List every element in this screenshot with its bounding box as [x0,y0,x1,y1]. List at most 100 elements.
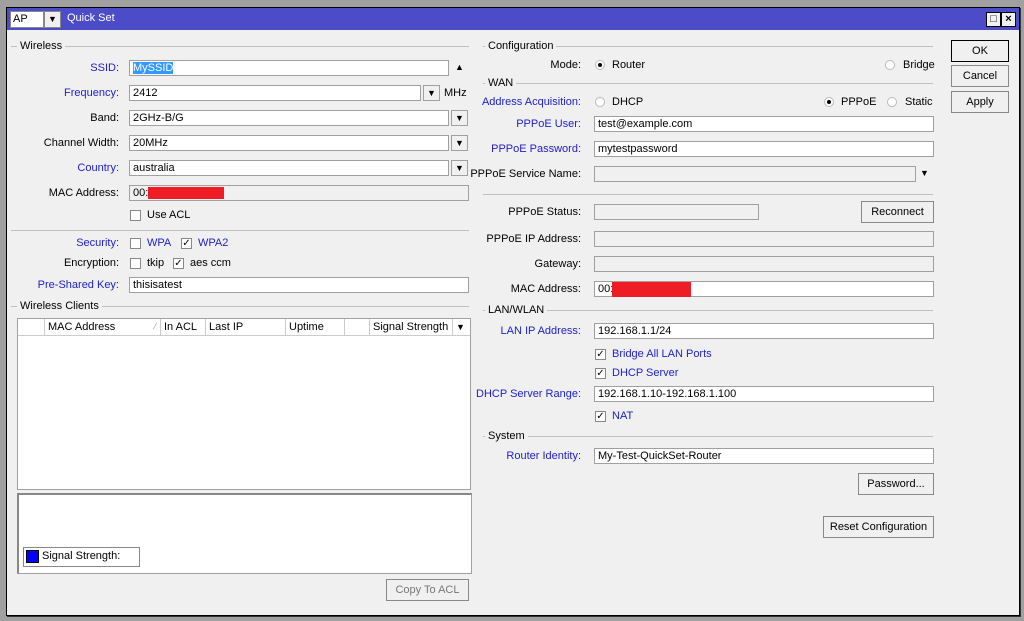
router-identity-input[interactable]: My-Test-QuickSet-Router [594,448,934,464]
country-select[interactable]: australia [129,160,449,176]
section-title: Configuration [485,40,557,52]
nat-label: NAT [612,410,634,422]
column-header[interactable] [345,319,370,335]
pppoe-password-label: PPPoE Password: [491,143,581,155]
collapse-icon[interactable]: ▲ [455,62,464,72]
reset-configuration-button[interactable]: Reset Configuration [823,516,934,538]
password-button[interactable]: Password... [858,473,934,495]
mode-select[interactable]: AP [10,11,44,28]
column-header-last-ip[interactable]: Last IP [206,319,286,335]
use-acl-label: Use ACL [147,209,191,221]
pppoe-label: PPPoE [841,96,877,108]
wan-section: WAN [483,77,933,89]
dhcp-server-checkbox[interactable]: ✓ [595,368,606,379]
redaction [148,187,224,199]
router-label: Router [612,59,646,71]
wpa2-label: WPA2 [198,237,229,249]
divider [11,230,469,231]
gateway-label: Gateway: [534,258,581,270]
pppoe-radio[interactable] [824,97,834,107]
dhcp-range-input[interactable]: 192.168.1.10-192.168.1.100 [594,386,934,402]
band-select[interactable]: 2GHz-B/G [129,110,449,126]
mac-address-label: MAC Address: [48,187,119,199]
use-acl-checkbox[interactable] [130,210,141,221]
reconnect-button[interactable]: Reconnect [861,201,934,223]
static-label: Static [905,96,933,108]
bridge-all-lan-label: Bridge All LAN Ports [612,348,712,360]
pppoe-user-input[interactable]: test@example.com [594,116,934,132]
ssid-label: SSID: [90,62,119,74]
router-identity-label: Router Identity: [506,450,581,462]
channel-width-dropdown-icon[interactable]: ▼ [451,135,468,151]
pppoe-ip-field [594,231,934,247]
column-header-signal[interactable]: Signal Strength [370,319,453,335]
clients-table[interactable]: MAC Address ⁄ In ACL Last IP Uptime Signa… [17,318,471,490]
aes-ccm-label: aes ccm [190,257,231,269]
security-label: Security: [76,237,119,249]
columns-menu-icon[interactable]: ▼ [453,319,470,335]
column-header-in-acl[interactable]: In ACL [161,319,206,335]
lan-ip-input[interactable]: 192.168.1.1/24 [594,323,934,339]
aes-ccm-checkbox[interactable]: ✓ [173,258,184,269]
router-radio[interactable] [595,60,605,70]
wpa-label: WPA [147,237,172,249]
signal-graph: Signal Strength: [17,493,472,574]
column-header-mac[interactable]: MAC Address ⁄ [45,319,161,335]
cancel-button[interactable]: Cancel [951,65,1009,87]
psk-label: Pre-Shared Key: [37,279,119,291]
static-radio[interactable] [887,97,897,107]
encryption-label: Encryption: [63,257,119,269]
lan-section: LAN/WLAN [483,304,933,316]
column-header[interactable] [18,319,45,335]
channel-width-select[interactable]: 20MHz [129,135,449,151]
pppoe-ip-label: PPPoE IP Address: [486,233,581,245]
bridge-all-lan-checkbox[interactable]: ✓ [595,349,606,360]
pppoe-status-field [594,204,759,220]
bridge-radio[interactable] [885,60,895,70]
dhcp-radio[interactable] [595,97,605,107]
frequency-dropdown-icon[interactable]: ▼ [423,85,440,101]
section-title: WAN [485,77,517,89]
psk-input[interactable]: thisisatest [129,277,469,293]
address-acquisition-label: Address Acquisition: [481,96,581,108]
tkip-label: tkip [147,257,165,269]
legend-swatch [26,550,39,563]
copy-to-acl-button[interactable]: Copy To ACL [386,579,469,601]
ok-button[interactable]: OK [951,40,1009,62]
divider [483,194,933,195]
redaction [612,282,691,297]
section-title: Wireless Clients [17,300,102,312]
system-section: System [483,430,933,442]
country-dropdown-icon[interactable]: ▼ [451,160,468,176]
lan-ip-label: LAN IP Address: [500,325,581,337]
tkip-checkbox[interactable] [130,258,141,269]
frequency-unit: MHz [444,87,467,99]
band-dropdown-icon[interactable]: ▼ [451,110,468,126]
wireless-section: Wireless [11,40,469,52]
wpa2-checkbox[interactable]: ✓ [181,238,192,249]
quick-set-window: AP ▼ Quick Set □ × OK Cancel Apply Wirel… [6,7,1020,616]
wpa-checkbox[interactable] [130,238,141,249]
dhcp-server-label: DHCP Server [612,367,679,379]
frequency-input[interactable]: 2412 [129,85,421,101]
column-header-uptime[interactable]: Uptime [286,319,345,335]
wan-mac-label: MAC Address: [510,283,581,295]
section-title: Wireless [17,40,66,52]
pppoe-service-input[interactable] [594,166,916,182]
mode-label: Mode: [550,59,581,71]
country-label: Country: [77,162,119,174]
ssid-input[interactable]: MySSID [129,60,449,76]
channel-width-label: Channel Width: [43,137,119,149]
nat-checkbox[interactable]: ✓ [595,411,606,422]
pppoe-password-input[interactable]: mytestpassword [594,141,934,157]
table-header: MAC Address ⁄ In ACL Last IP Uptime Signa… [18,319,470,336]
title-bar: AP ▼ Quick Set □ × [7,8,1019,30]
gateway-field [594,256,934,272]
close-icon[interactable]: × [1001,12,1016,27]
service-dropdown-icon[interactable]: ▼ [920,168,929,178]
bridge-label: Bridge [903,59,935,71]
mode-dropdown-icon[interactable]: ▼ [44,11,61,28]
section-title: LAN/WLAN [485,304,548,316]
maximize-icon[interactable]: □ [986,12,1001,27]
apply-button[interactable]: Apply [951,91,1009,113]
